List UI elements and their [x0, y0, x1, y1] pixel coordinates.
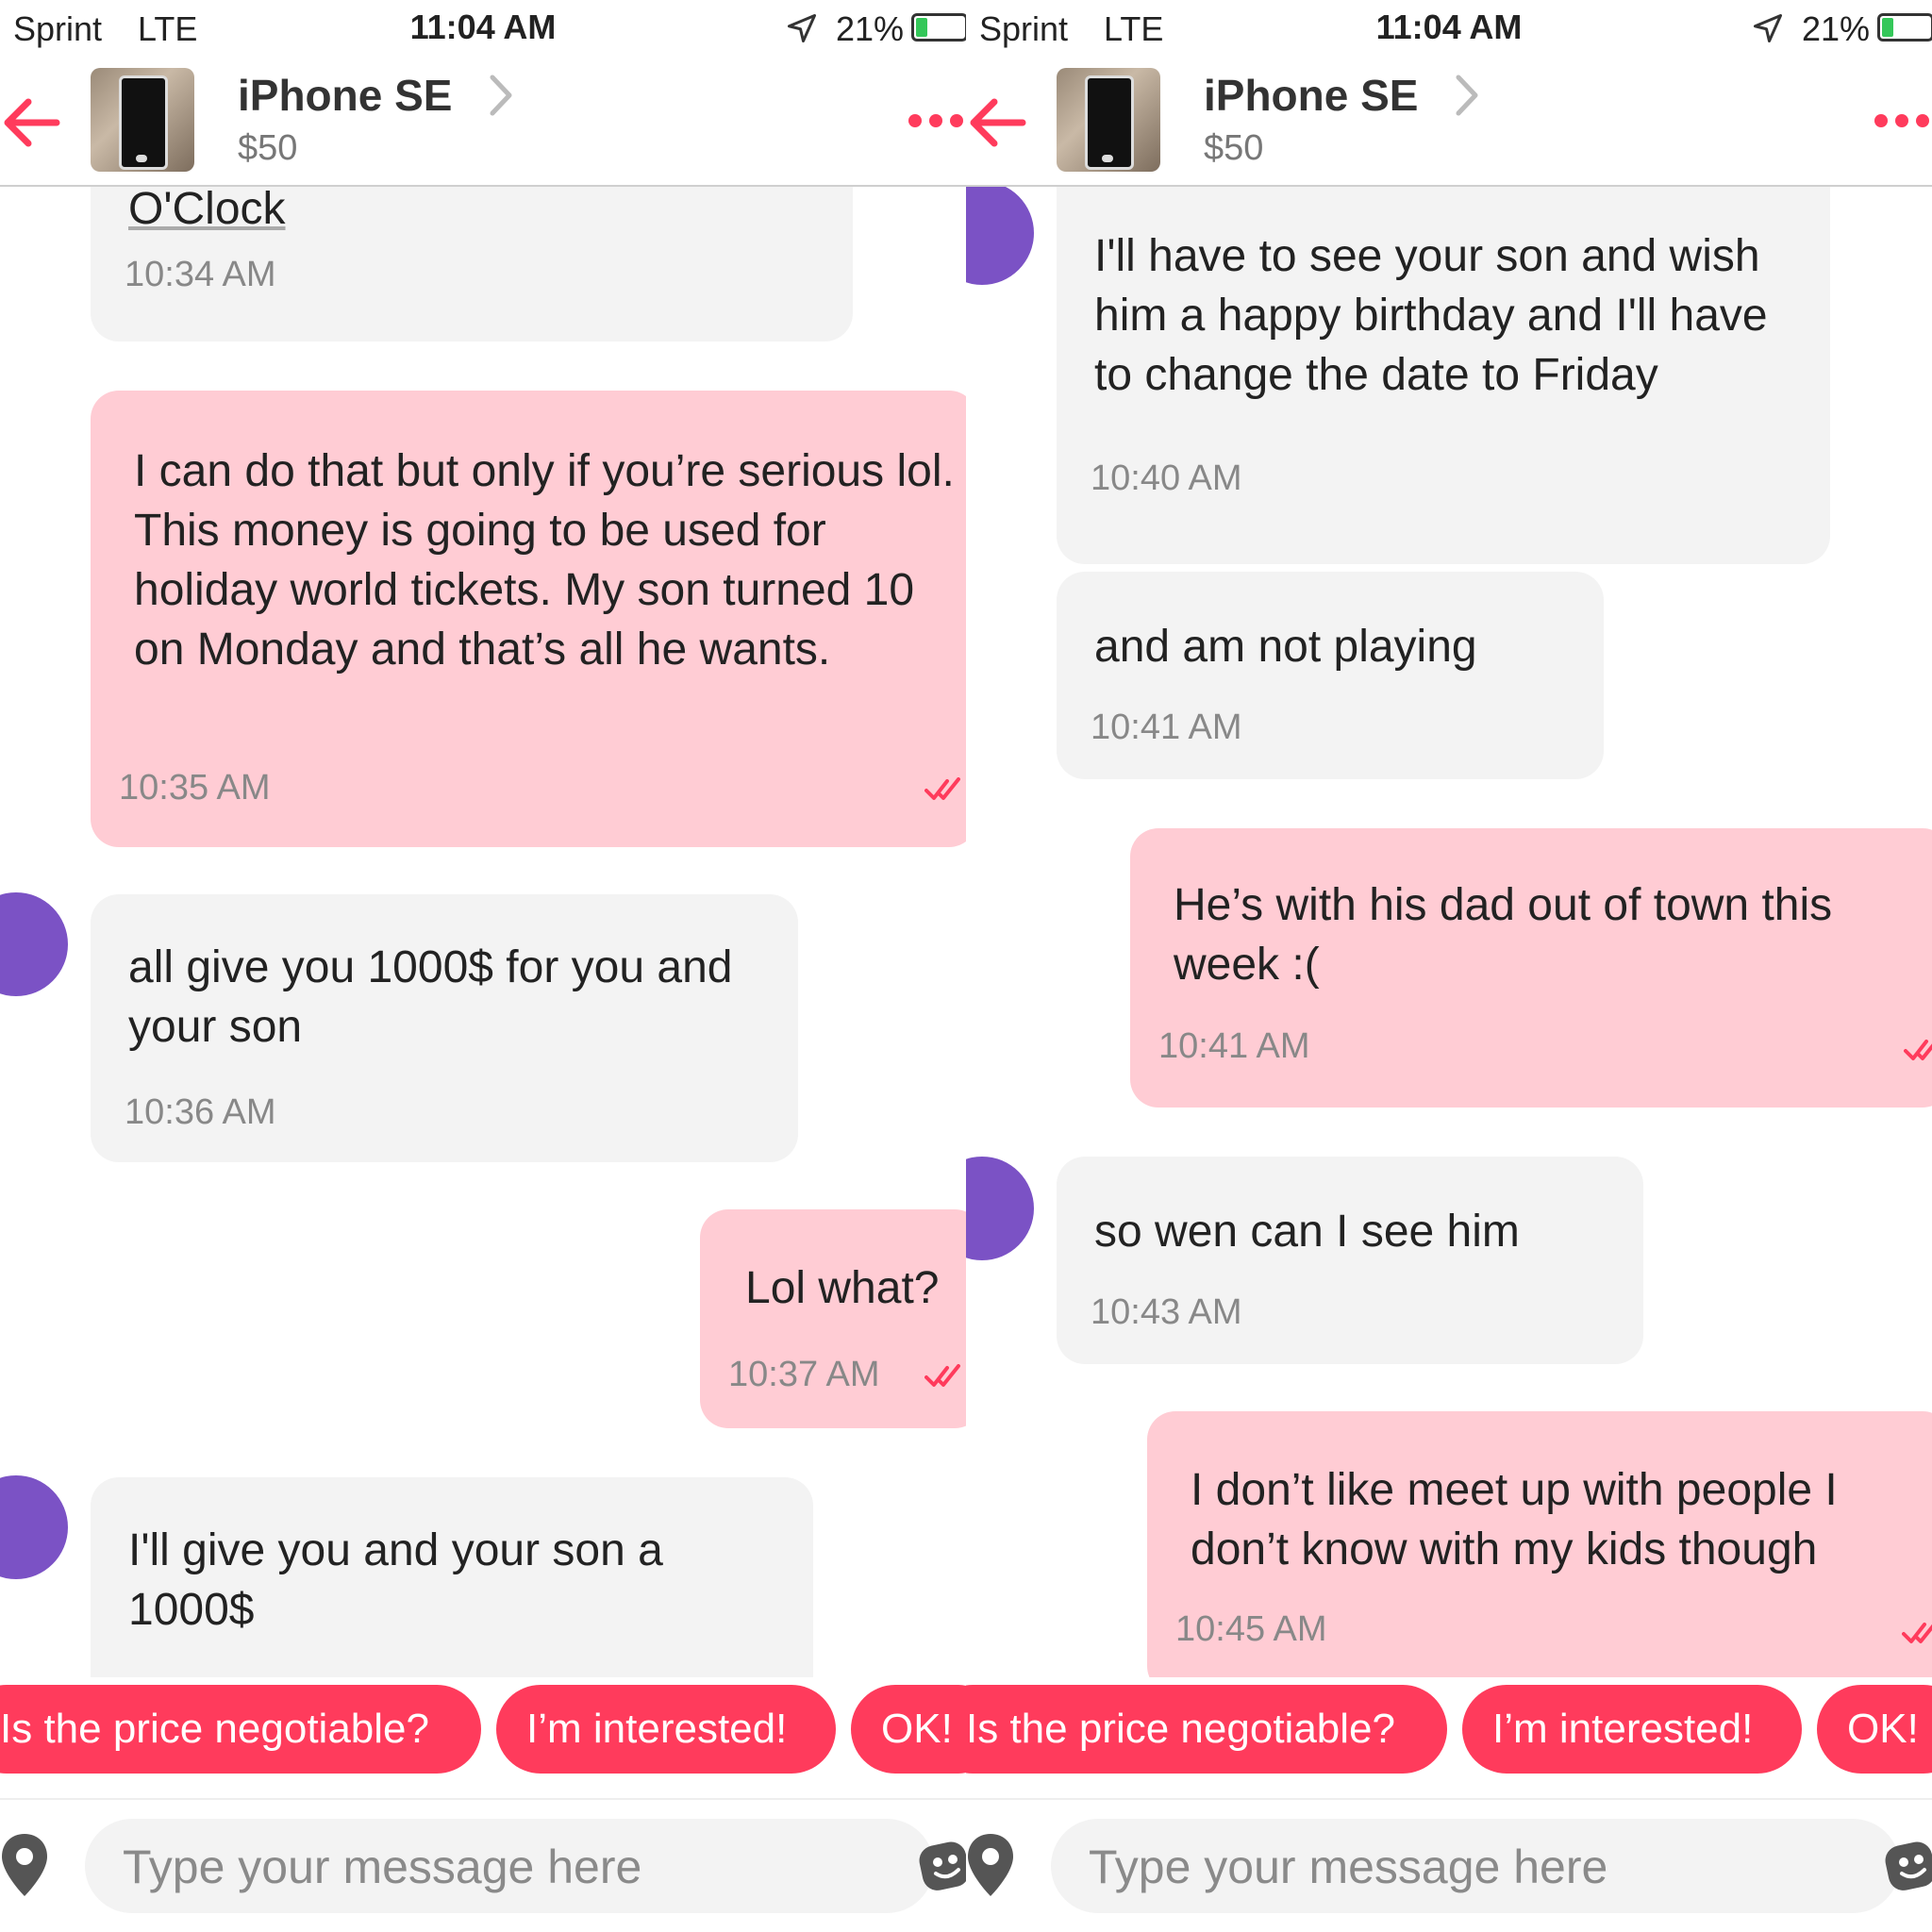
- message-list[interactable]: B I'll have to see your son and wish him…: [966, 187, 1932, 1677]
- clock: 11:04 AM: [409, 8, 557, 46]
- message-time: 10:35 AM: [119, 768, 271, 808]
- battery-icon: [1877, 13, 1932, 42]
- message-text: and am not playing: [1094, 622, 1477, 672]
- quick-reply-negotiable[interactable]: Is the price negotiable?: [0, 1685, 481, 1774]
- avatar[interactable]: B: [966, 1157, 1034, 1260]
- back-arrow-icon[interactable]: [966, 96, 1032, 149]
- battery-percent: 21%: [836, 9, 905, 48]
- quick-reply-negotiable[interactable]: Is the price negotiable?: [966, 1685, 1447, 1774]
- message-text: Lol what?: [745, 1263, 940, 1313]
- battery-percent: 21%: [1802, 9, 1871, 48]
- battery-icon: [911, 13, 966, 42]
- quick-reply-ok[interactable]: OK!: [851, 1685, 966, 1774]
- clock: 11:04 AM: [1375, 8, 1523, 46]
- message-field[interactable]: [85, 1819, 934, 1915]
- chevron-right-icon[interactable]: [487, 72, 515, 119]
- message-incoming: I'll give you and your son a 1000$: [91, 1477, 813, 1677]
- avatar[interactable]: B: [0, 1475, 68, 1579]
- message-text: all give you 1000$ for you and your son: [128, 942, 733, 1052]
- more-options-icon[interactable]: [1872, 111, 1932, 130]
- message-time: 10:37 AM: [728, 1355, 880, 1394]
- message-list[interactable]: O'Clock 10:34 AM I can do that but only …: [0, 187, 966, 1677]
- message-time: 10:36 AM: [125, 1092, 276, 1132]
- location-pin-icon[interactable]: [966, 1830, 1019, 1900]
- message-incoming: O'Clock 10:34 AM: [91, 187, 853, 341]
- avatar[interactable]: B: [0, 892, 68, 996]
- message-text: He’s with his dad out of town this week …: [1174, 880, 1833, 990]
- message-incoming: I'll have to see your son and wish him a…: [1057, 187, 1830, 564]
- quick-reply-ok[interactable]: OK!: [1817, 1685, 1932, 1774]
- location-arrow-icon: [788, 14, 816, 42]
- message-incoming: and am not playing 10:41 AM: [1057, 572, 1604, 779]
- chat-screen-right: Sprint LTE 11:04 AM 21% iPhone SE $50 B …: [966, 0, 1932, 1932]
- quick-reply-interested[interactable]: I’m interested!: [496, 1685, 836, 1774]
- message-text: I'll give you and your son a 1000$: [128, 1525, 663, 1635]
- message-input[interactable]: [121, 1819, 879, 1915]
- location-pin-icon[interactable]: [0, 1830, 53, 1900]
- emoji-icon[interactable]: [917, 1834, 966, 1894]
- status-bar: Sprint LTE 11:04 AM 21%: [0, 0, 966, 58]
- message-text[interactable]: O'Clock: [128, 187, 286, 239]
- listing-thumbnail[interactable]: [91, 68, 194, 172]
- message-text: so wen can I see him: [1094, 1207, 1520, 1257]
- message-outgoing: Lol what? 10:37 AM: [700, 1209, 966, 1428]
- chat-screen-left: Sprint LTE 11:04 AM 21% iPhone SE $50 O'…: [0, 0, 966, 1932]
- input-bar: [966, 1798, 1932, 1932]
- emoji-icon[interactable]: [1883, 1834, 1932, 1894]
- input-bar: [0, 1798, 966, 1932]
- quick-replies: Is the price negotiable? I’m interested!…: [966, 1681, 1932, 1777]
- listing-title[interactable]: iPhone SE: [1204, 70, 1418, 121]
- message-text: I can do that but only if you’re serious…: [134, 446, 955, 675]
- message-field[interactable]: [1051, 1819, 1900, 1915]
- read-receipt-icon: [1902, 1623, 1932, 1643]
- listing-title[interactable]: iPhone SE: [238, 70, 452, 121]
- chat-header: iPhone SE $50: [0, 58, 966, 187]
- message-incoming: all give you 1000$ for you and your son …: [91, 894, 798, 1162]
- read-receipt-icon: [924, 777, 960, 800]
- status-bar: Sprint LTE 11:04 AM 21%: [966, 0, 1932, 58]
- listing-price: $50: [1204, 128, 1264, 168]
- quick-reply-interested[interactable]: I’m interested!: [1462, 1685, 1802, 1774]
- avatar[interactable]: B: [966, 187, 1034, 285]
- message-time: 10:43 AM: [1091, 1292, 1242, 1332]
- listing-price: $50: [238, 128, 298, 168]
- read-receipt-icon: [1904, 1040, 1932, 1060]
- read-receipt-icon: [924, 1364, 960, 1387]
- back-arrow-icon[interactable]: [0, 96, 66, 149]
- listing-thumbnail[interactable]: [1057, 68, 1160, 172]
- location-arrow-icon: [1754, 14, 1782, 42]
- message-text: I don’t like meet up with people I don’t…: [1191, 1465, 1838, 1574]
- message-text: I'll have to see your son and wish him a…: [1094, 231, 1768, 400]
- message-time: 10:41 AM: [1091, 708, 1242, 747]
- chat-header: iPhone SE $50: [966, 58, 1932, 187]
- message-incoming: so wen can I see him 10:43 AM: [1057, 1157, 1643, 1364]
- chevron-right-icon[interactable]: [1453, 72, 1481, 119]
- message-outgoing: I can do that but only if you’re serious…: [91, 391, 966, 847]
- message-time: 10:41 AM: [1158, 1026, 1310, 1066]
- message-input[interactable]: [1087, 1819, 1845, 1915]
- quick-replies: Is the price negotiable? I’m interested!…: [0, 1681, 966, 1777]
- message-outgoing: I don’t like meet up with people I don’t…: [1147, 1411, 1932, 1677]
- message-time: 10:45 AM: [1175, 1609, 1327, 1649]
- message-time: 10:40 AM: [1091, 458, 1242, 498]
- message-outgoing: He’s with his dad out of town this week …: [1130, 828, 1932, 1108]
- message-time: 10:34 AM: [125, 255, 276, 294]
- more-options-icon[interactable]: [906, 111, 966, 130]
